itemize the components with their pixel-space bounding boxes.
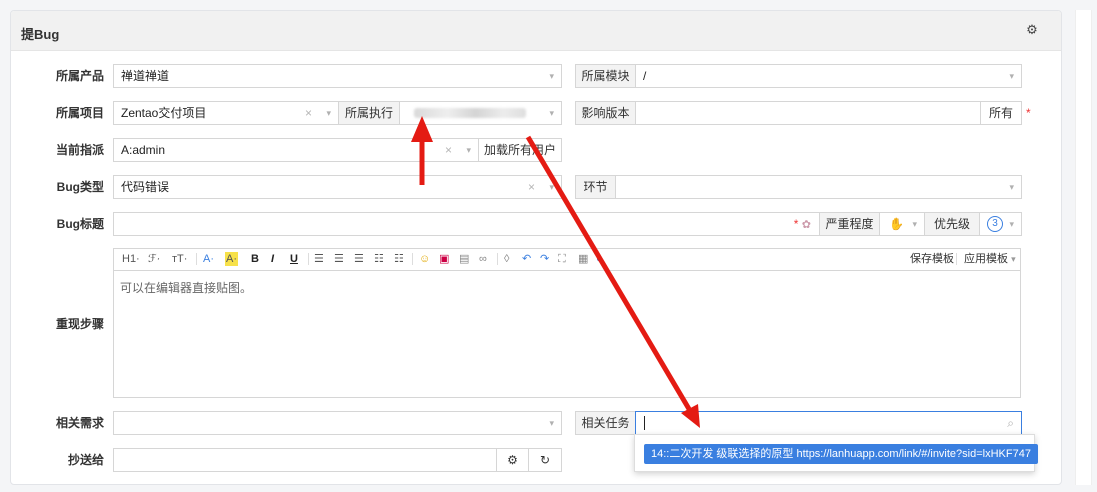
diagonal-arrow-annotation <box>525 135 700 428</box>
annotation-arrows <box>411 116 700 428</box>
up-arrow-annotation <box>411 116 433 185</box>
